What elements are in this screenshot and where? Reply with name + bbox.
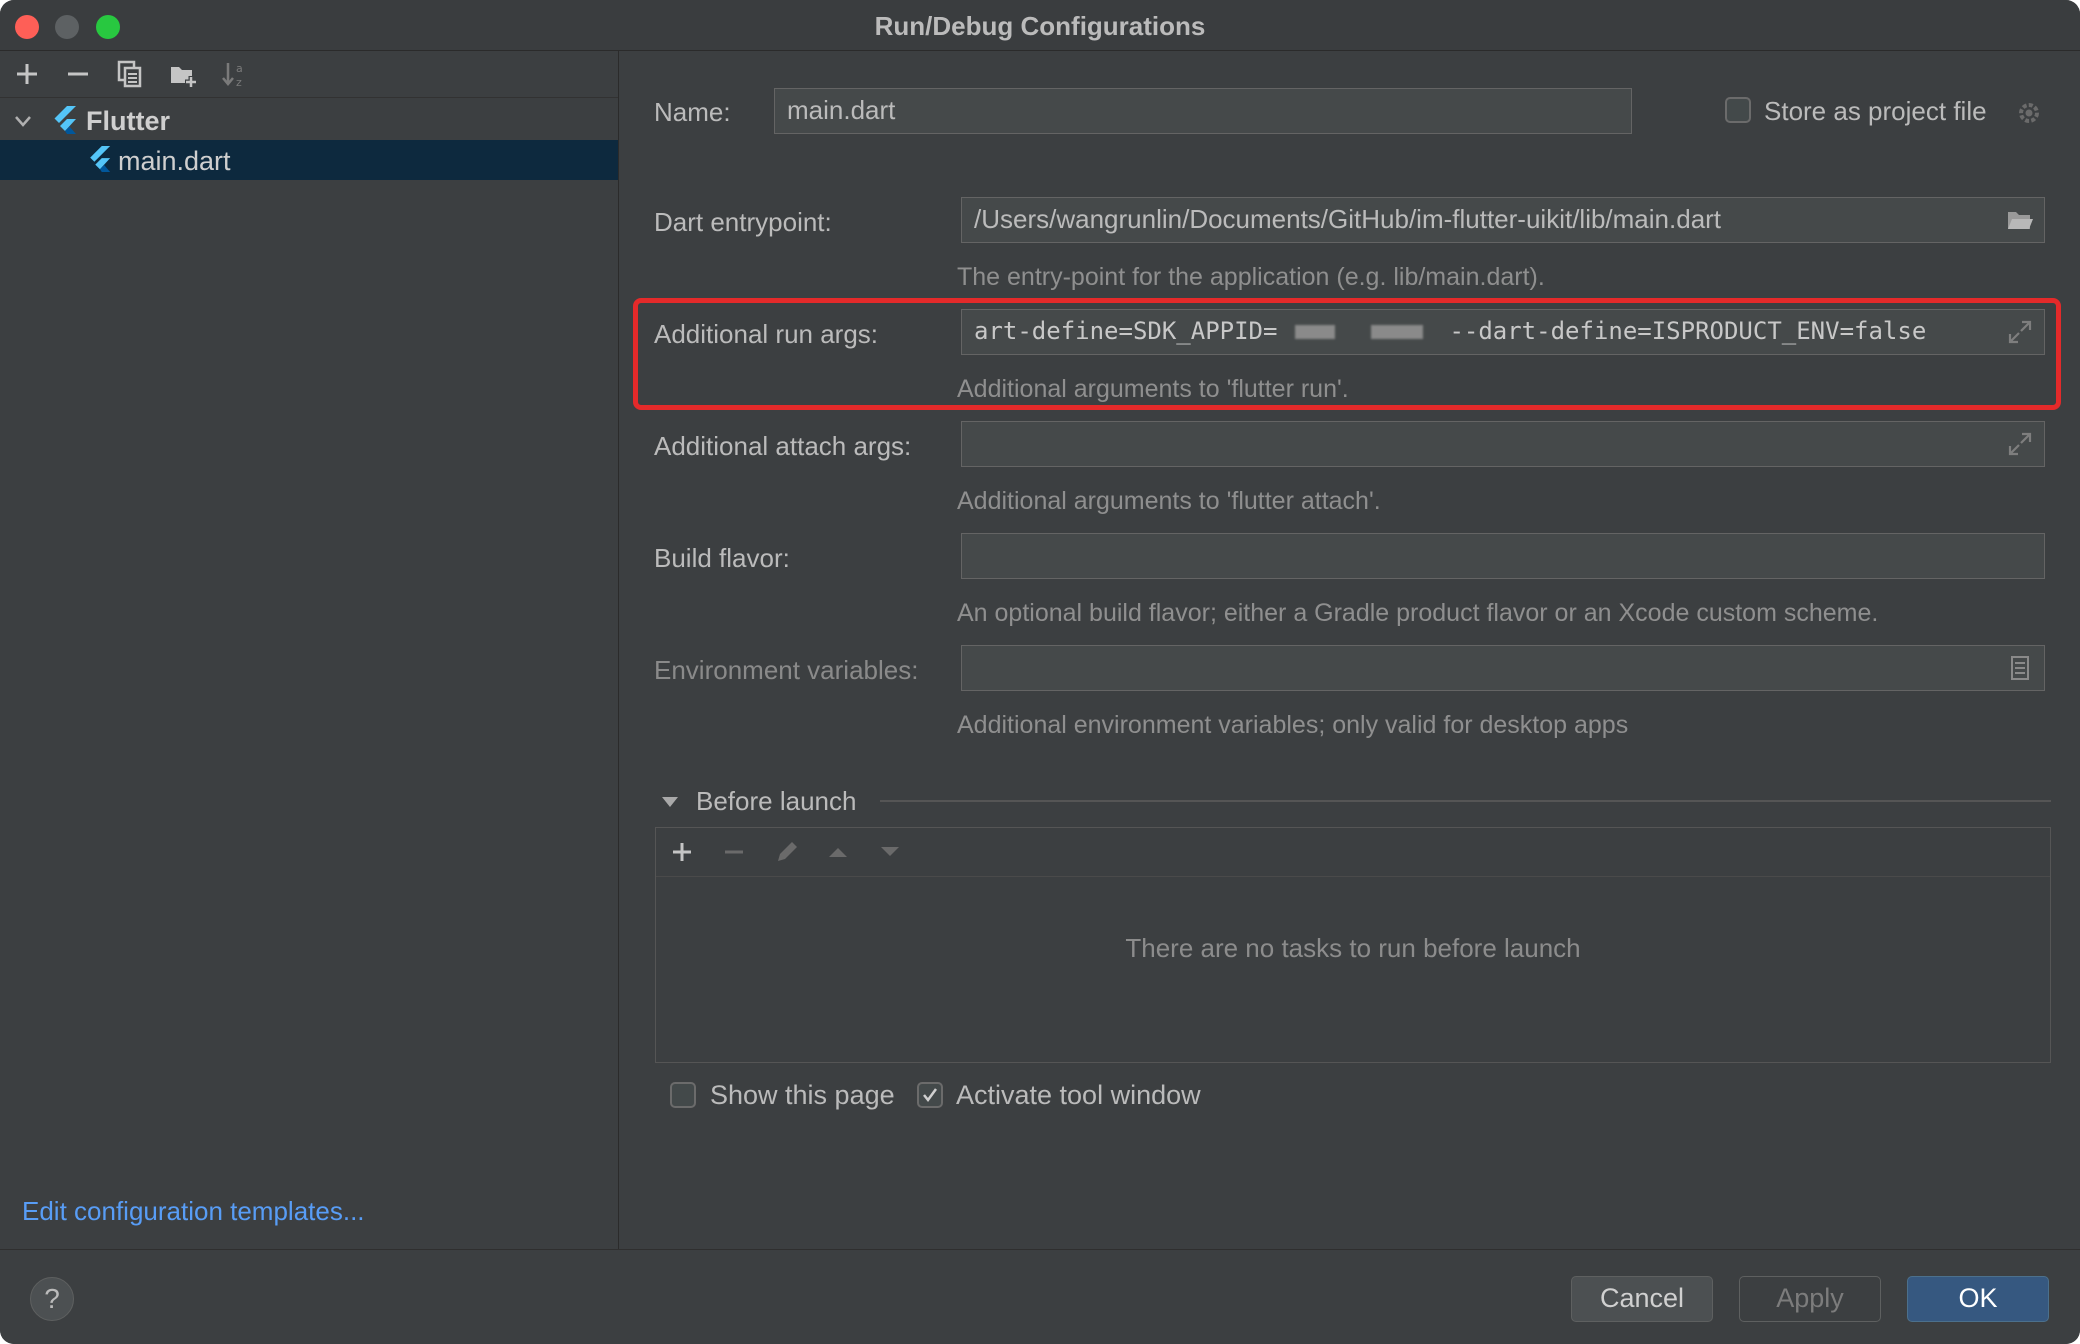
new-folder-icon[interactable] xyxy=(168,59,198,89)
run-debug-dialog: Run/Debug Configurations a z Flutter mai… xyxy=(0,0,2080,1344)
attach-args-input[interactable] xyxy=(961,421,2045,467)
env-vars-hint: Additional environment variables; only v… xyxy=(957,711,1629,739)
activate-tool-window-label: Activate tool window xyxy=(956,1080,1201,1110)
show-page-checkbox[interactable] xyxy=(670,1082,696,1108)
tree-item-label: main.dart xyxy=(118,146,231,176)
entrypoint-value: /Users/wangrunlin/Documents/GitHub/im-fl… xyxy=(974,204,1722,234)
collapse-triangle-icon[interactable] xyxy=(660,792,680,812)
store-as-project-checkbox[interactable] xyxy=(1725,97,1751,123)
tree-item-main-dart[interactable]: main.dart xyxy=(0,140,618,180)
env-vars-input[interactable] xyxy=(961,645,2045,691)
flutter-icon xyxy=(54,106,76,134)
plus-icon[interactable] xyxy=(670,840,694,864)
zoom-window-button[interactable] xyxy=(96,15,120,39)
sort-icon[interactable]: a z xyxy=(220,59,250,89)
store-as-project-label: Store as project file xyxy=(1764,96,1987,126)
before-launch-title[interactable]: Before launch xyxy=(696,786,856,817)
edit-templates-link[interactable]: Edit configuration templates... xyxy=(22,1196,365,1227)
list-icon[interactable] xyxy=(2006,654,2034,682)
plus-icon[interactable] xyxy=(12,59,42,89)
entrypoint-label: Dart entrypoint: xyxy=(654,207,832,237)
pencil-icon[interactable] xyxy=(773,838,801,866)
tree-group-label: Flutter xyxy=(86,106,170,136)
name-input[interactable]: main.dart xyxy=(774,88,1632,134)
move-up-icon[interactable] xyxy=(826,840,850,864)
window-title: Run/Debug Configurations xyxy=(874,11,1206,41)
help-button[interactable]: ? xyxy=(30,1277,74,1321)
chevron-down-icon[interactable] xyxy=(12,110,34,132)
entrypoint-input[interactable]: /Users/wangrunlin/Documents/GitHub/im-fl… xyxy=(961,197,2045,243)
highlight-annotation xyxy=(633,298,2061,410)
attach-args-label: Additional attach args: xyxy=(654,431,912,461)
empty-tasks-message: There are no tasks to run before launch xyxy=(1125,933,1581,963)
sidebar-toolbar: a z xyxy=(0,51,618,98)
cancel-button[interactable]: Cancel xyxy=(1571,1276,1713,1322)
ok-button[interactable]: OK xyxy=(1907,1276,2049,1322)
close-window-button[interactable] xyxy=(15,15,39,39)
activate-tool-window-checkbox[interactable] xyxy=(917,1082,943,1108)
minus-icon[interactable] xyxy=(63,59,93,89)
tree-group-flutter[interactable]: Flutter xyxy=(0,100,618,140)
section-divider xyxy=(880,800,2051,802)
svg-text:a: a xyxy=(236,62,243,75)
dialog-button-bar: ? Cancel Apply OK xyxy=(0,1249,2080,1344)
before-launch-panel: There are no tasks to run before launch xyxy=(655,827,2051,1063)
attach-args-hint: Additional arguments to 'flutter attach'… xyxy=(957,487,1381,515)
before-launch-toolbar xyxy=(656,828,2050,877)
apply-button[interactable]: Apply xyxy=(1739,1276,1881,1322)
minimize-window-button[interactable] xyxy=(55,15,79,39)
entrypoint-hint: The entry-point for the application (e.g… xyxy=(957,263,1545,291)
name-label: Name: xyxy=(654,97,731,127)
flutter-icon xyxy=(90,146,111,172)
checkmark-icon xyxy=(923,1088,938,1103)
build-flavor-hint: An optional build flavor; either a Gradl… xyxy=(957,599,1879,627)
svg-text:z: z xyxy=(236,76,242,89)
build-flavor-input[interactable] xyxy=(961,533,2045,579)
move-down-icon[interactable] xyxy=(878,840,902,864)
build-flavor-label: Build flavor: xyxy=(654,543,790,573)
expand-icon[interactable] xyxy=(2006,430,2034,458)
gear-icon[interactable] xyxy=(2015,99,2043,127)
configurations-sidebar: a z Flutter main.dart Edit configuration… xyxy=(0,51,619,1249)
minus-icon[interactable] xyxy=(722,840,746,864)
folder-icon[interactable] xyxy=(2006,206,2034,234)
show-page-label: Show this page xyxy=(710,1080,895,1110)
env-vars-label: Environment variables: xyxy=(654,655,919,685)
title-bar: Run/Debug Configurations xyxy=(0,0,2080,51)
copy-icon[interactable] xyxy=(115,59,145,89)
